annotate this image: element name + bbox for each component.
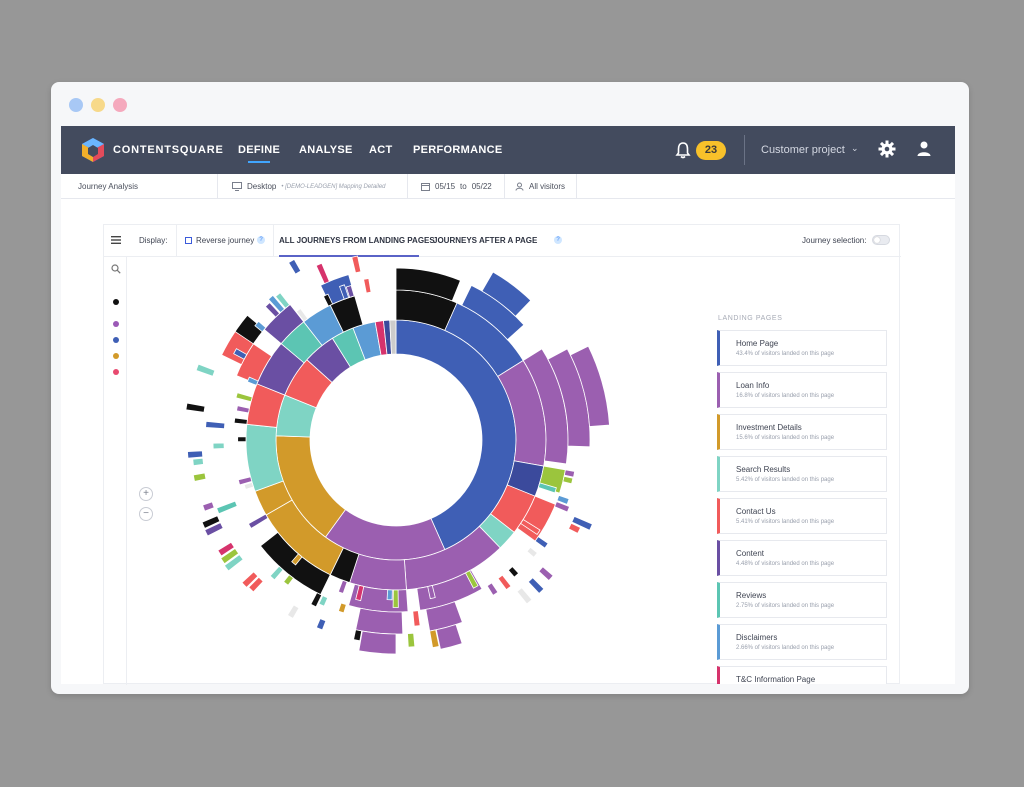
landing-page-share: 43.4% of visitors landed on this page: [736, 351, 835, 357]
landing-page-card[interactable]: Loan Info 16.8% of visitors landed on thi…: [717, 372, 887, 408]
sunburst-segment[interactable]: [187, 450, 204, 459]
landing-page-name: Contact Us: [736, 507, 776, 516]
landing-page-card[interactable]: Investment Details 15.6% of visitors land…: [717, 414, 887, 450]
sunburst-segment[interactable]: [192, 472, 207, 482]
sunburst-segment[interactable]: [563, 469, 576, 478]
close-dot[interactable]: [69, 98, 83, 112]
sunburst-segment[interactable]: [195, 363, 216, 377]
landing-page-card[interactable]: Contact Us 5.41% of visitors landed on th…: [717, 498, 887, 534]
sunburst-segment[interactable]: [486, 582, 499, 596]
sunburst-segment[interactable]: [351, 255, 362, 274]
sunburst-segment[interactable]: [216, 500, 238, 515]
sunburst-segment[interactable]: [353, 629, 363, 642]
landing-page-card[interactable]: Disclaimers 2.66% of visitors landed on t…: [717, 624, 887, 660]
landing-page-card[interactable]: Reviews 2.75% of visitors landed on this …: [717, 582, 887, 618]
sunburst-segment[interactable]: [233, 417, 248, 425]
sunburst-segment[interactable]: [236, 405, 250, 414]
landing-page-name: Search Results: [736, 465, 791, 474]
sunburst-segment[interactable]: [507, 566, 520, 578]
landing-page-name: Investment Details: [736, 423, 802, 432]
window-controls: [69, 98, 127, 112]
sunburst-segment[interactable]: [235, 392, 253, 403]
sunburst-segment[interactable]: [237, 436, 247, 443]
sunburst-segment[interactable]: [534, 536, 549, 549]
maximize-dot[interactable]: [113, 98, 127, 112]
sunburst-segment[interactable]: [212, 442, 225, 450]
landing-page-share: 2.66% of visitors landed on this page: [736, 645, 835, 651]
sunburst-segment[interactable]: [562, 475, 574, 485]
sunburst-segment[interactable]: [269, 565, 284, 581]
sunburst-segment[interactable]: [337, 602, 347, 614]
landing-page-name: Home Page: [736, 339, 779, 348]
sunburst-segment[interactable]: [247, 513, 269, 529]
sunburst-segment[interactable]: [363, 277, 372, 294]
sunburst-segment[interactable]: [288, 258, 302, 275]
sunburst-segment[interactable]: [497, 574, 512, 591]
landing-pages-list: Home Page 43.4% of visitors landed on thi…: [717, 330, 887, 684]
sunburst-segment[interactable]: [358, 630, 397, 655]
landing-page-share: 5.41% of visitors landed on this page: [736, 519, 835, 525]
landing-page-share: 4.48% of visitors landed on this page: [736, 561, 835, 567]
app-window: CONTENTSQUARE DEFINE ANALYSE ACT PERFORM…: [51, 82, 969, 694]
sunburst-segment[interactable]: [407, 632, 416, 648]
landing-page-card[interactable]: Home Page 43.4% of visitors landed on thi…: [717, 330, 887, 366]
sunburst-segment[interactable]: [526, 546, 538, 558]
landing-page-name: Content: [736, 549, 765, 558]
landing-page-share: 15.6% of visitors landed on this page: [736, 435, 835, 441]
landing-page-name: T&C Information Page: [736, 675, 816, 684]
landing-page-name: Loan Info: [736, 381, 770, 390]
sunburst-segment[interactable]: [392, 589, 399, 608]
sunburst-segment[interactable]: [412, 610, 421, 627]
landing-page-name: Reviews: [736, 591, 767, 600]
sunburst-segment[interactable]: [286, 604, 300, 619]
sunburst-segment[interactable]: [185, 402, 206, 413]
sunburst-segment[interactable]: [538, 566, 554, 582]
app-content: CONTENTSQUARE DEFINE ANALYSE ACT PERFORM…: [61, 126, 955, 685]
sunburst-segment[interactable]: [202, 501, 215, 512]
sunburst-segment[interactable]: [192, 457, 204, 467]
landing-page-card[interactable]: T&C Information Page0.94% of visitors la…: [717, 666, 887, 684]
landing-page-card[interactable]: Content 4.48% of visitors landed on this …: [717, 540, 887, 576]
sunburst-segment[interactable]: [337, 579, 348, 594]
sunburst-segment[interactable]: [315, 618, 327, 631]
sunburst-segment[interactable]: [315, 262, 330, 285]
landing-page-share: 16.8% of visitors landed on this page: [736, 393, 835, 399]
landing-pages-title: LANDING PAGES: [718, 315, 783, 322]
sunburst-segment[interactable]: [355, 607, 404, 635]
landing-page-name: Disclaimers: [736, 633, 778, 642]
landing-page-share: 2.75% of visitors landed on this page: [736, 603, 835, 609]
landing-page-share: 5.42% of visitors landed on this page: [736, 477, 835, 483]
sunburst-segment[interactable]: [386, 589, 393, 601]
sunburst-segment[interactable]: [527, 577, 545, 595]
minimize-dot[interactable]: [91, 98, 105, 112]
sunburst-segment[interactable]: [516, 587, 533, 605]
sunburst-segment[interactable]: [205, 420, 226, 430]
landing-page-card[interactable]: Search Results 5.42% of visitors landed o…: [717, 456, 887, 492]
